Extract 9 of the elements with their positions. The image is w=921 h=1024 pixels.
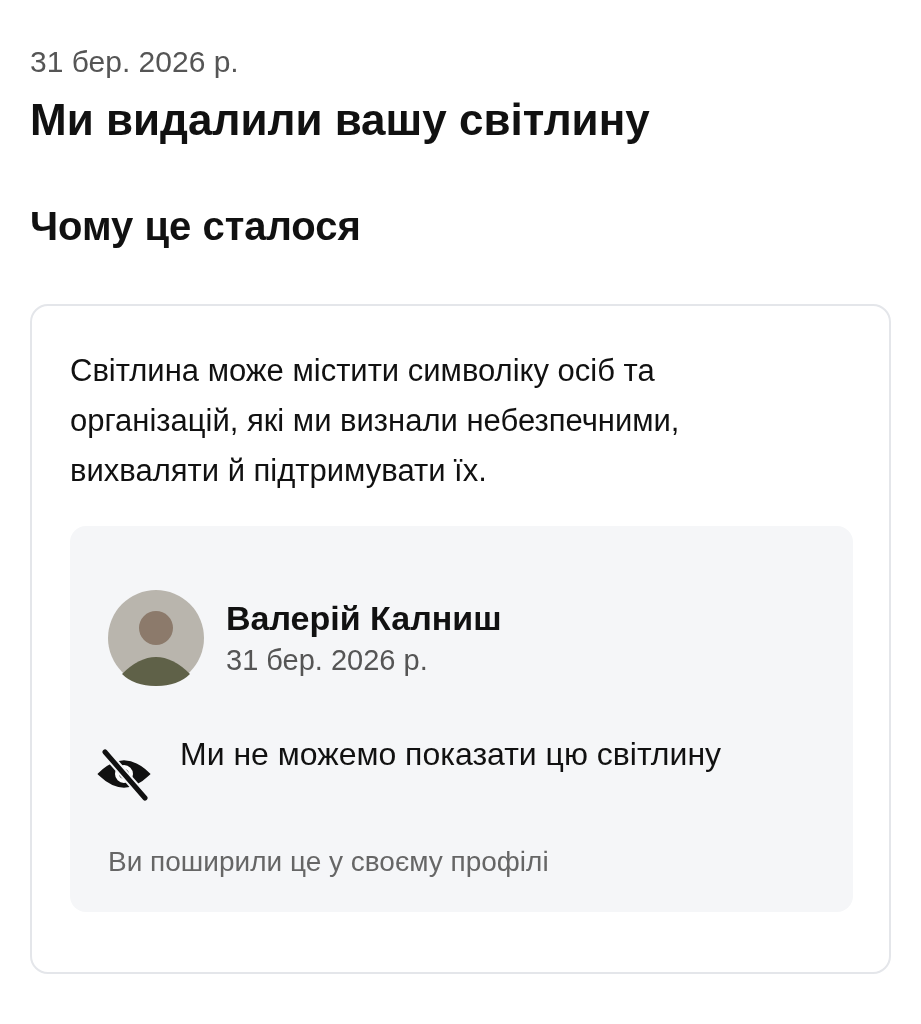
- section-heading: Чому це сталося: [30, 203, 362, 250]
- hidden-eye-icon: [96, 746, 152, 802]
- author-name: Валерій Калниш: [226, 598, 502, 639]
- unavailable-message: Ми не можемо показати цю світлину: [180, 735, 723, 774]
- page-title: Ми видалили вашу світлину: [30, 94, 651, 146]
- notice-date: 31 бер. 2026 р.: [30, 44, 240, 80]
- share-note: Ви поширили це у своєму профілі: [108, 845, 550, 879]
- post-date: 31 бер. 2026 р.: [226, 643, 429, 678]
- reason-text: Світлина може містити символіку осіб та організацій, які ми визнали небезпечними, вихваляти й підтримувати їх.: [70, 352, 681, 490]
